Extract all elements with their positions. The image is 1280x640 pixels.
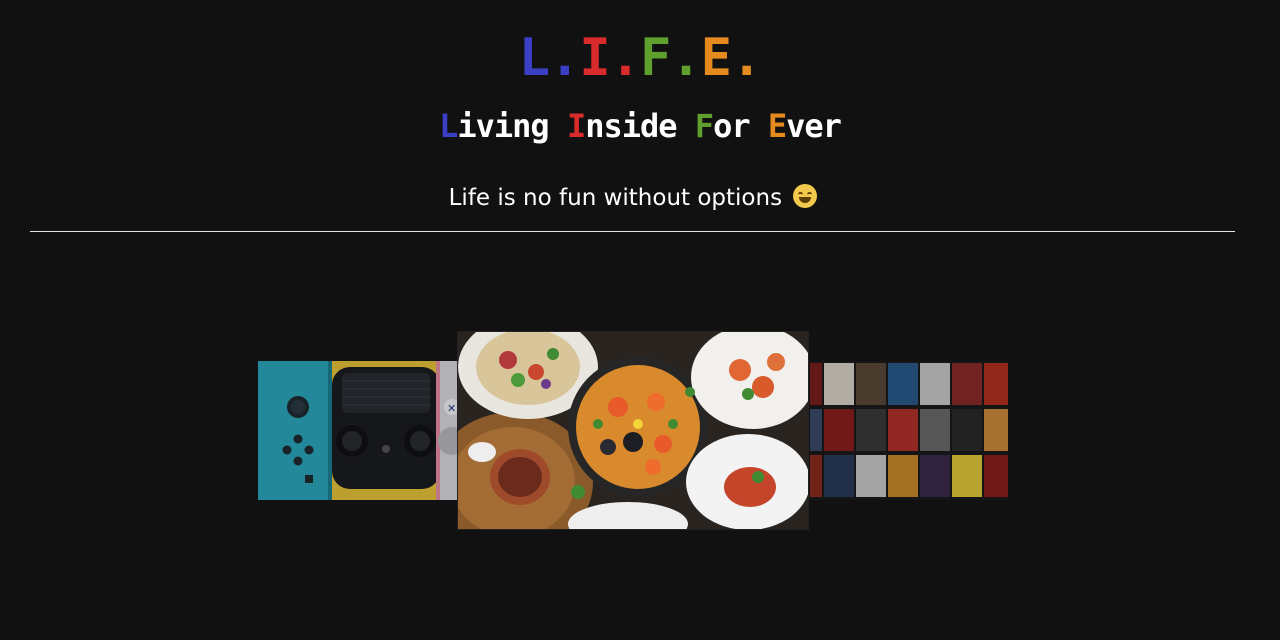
carousel-item-food[interactable] [458, 332, 808, 529]
page: L.I.F.E. Living Inside For Ever Life is … [0, 0, 1280, 640]
category-carousel: ✕ [0, 0, 1280, 640]
food-platter-photo [458, 332, 808, 529]
carousel-item-movies[interactable] [808, 361, 1008, 500]
carousel-item-games[interactable]: ✕ [258, 361, 458, 500]
